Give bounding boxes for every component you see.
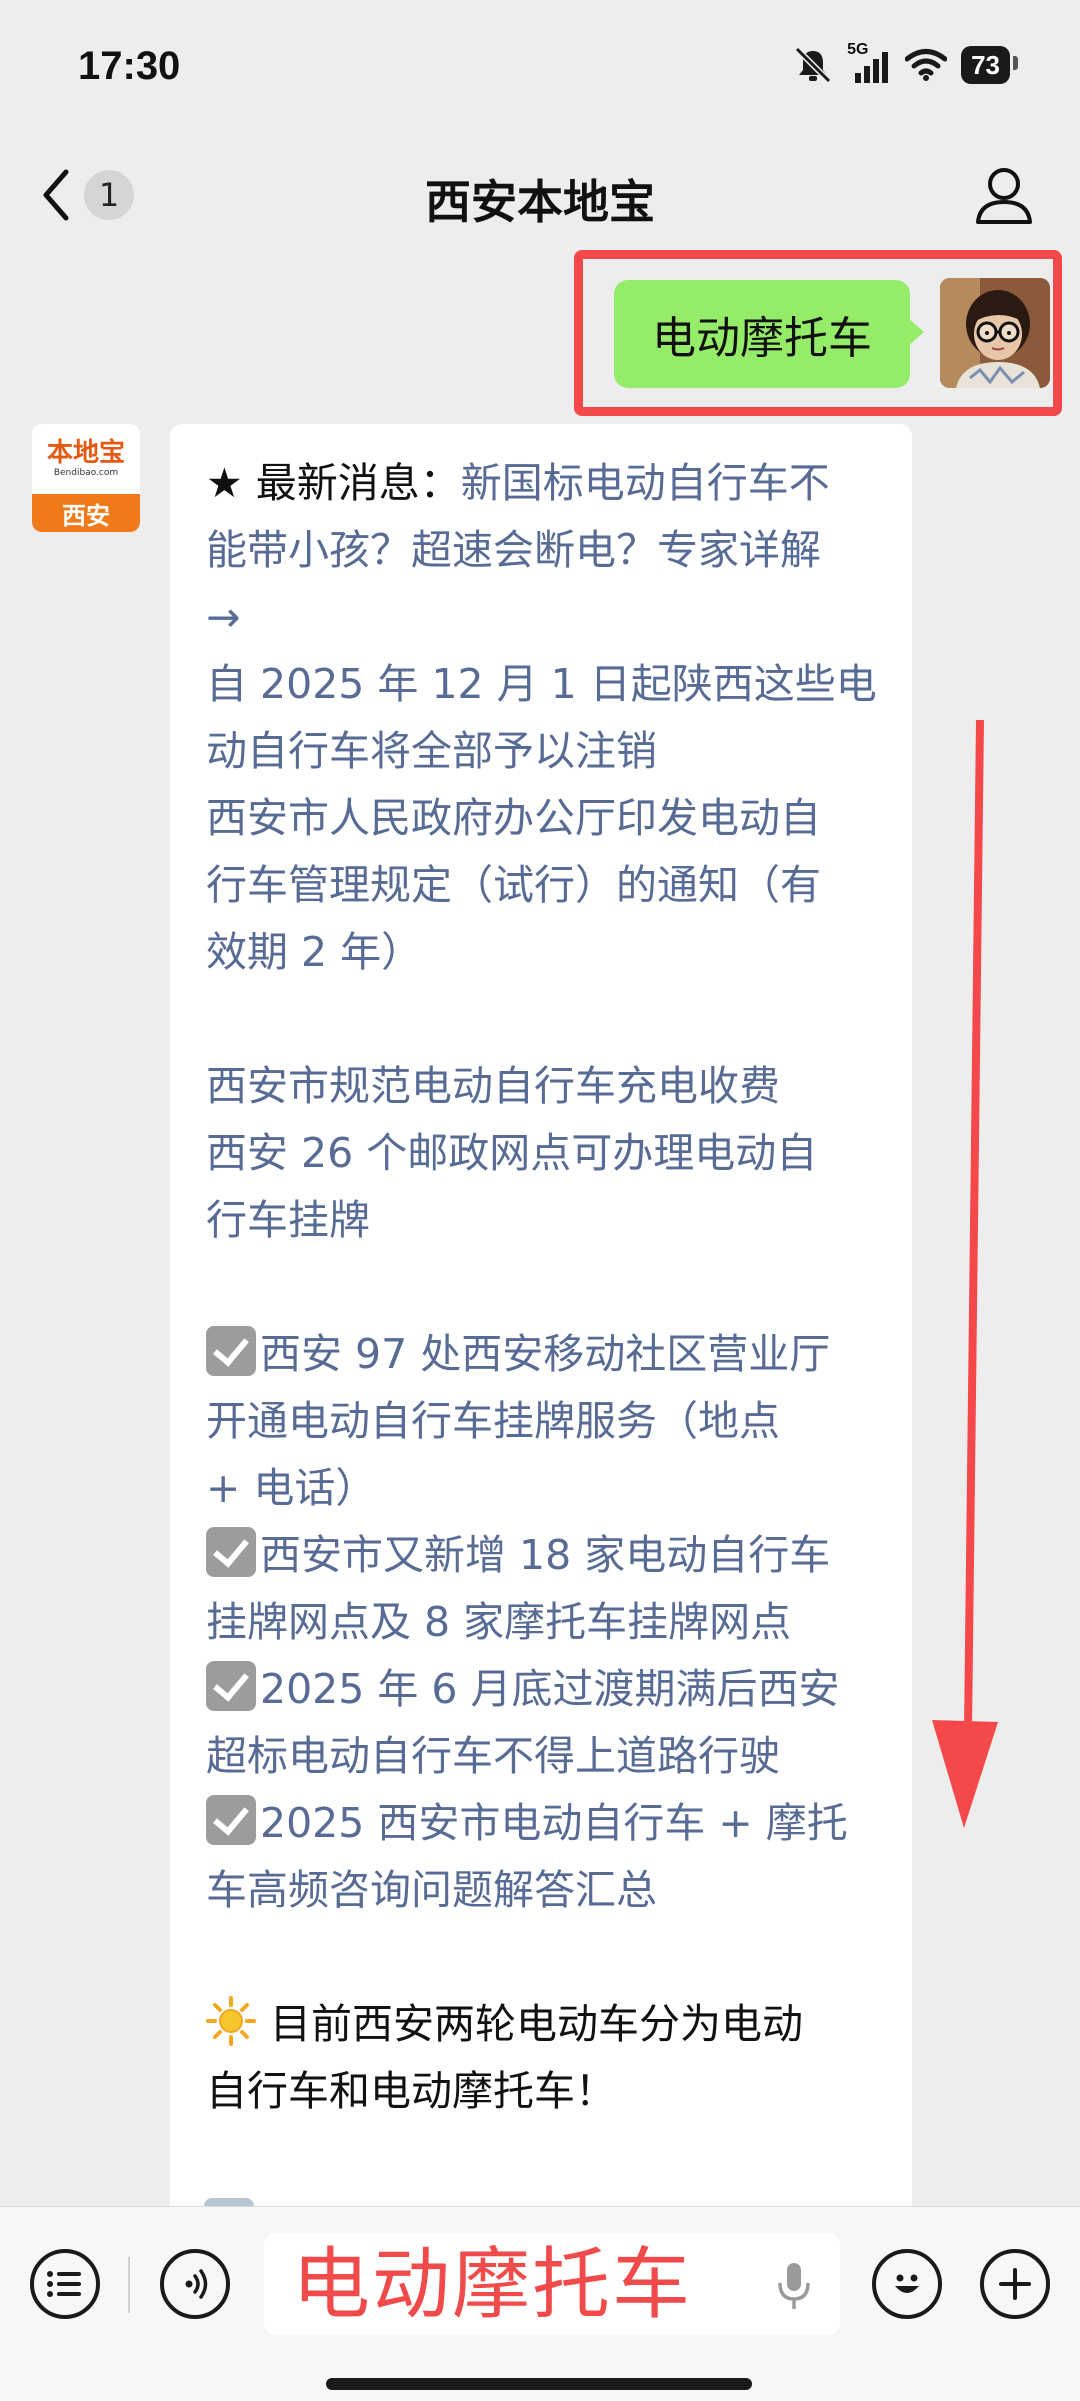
link-text: 2025 西安市电动自行车 + 摩托 <box>260 1799 848 1847</box>
menu-button[interactable] <box>30 2249 100 2319</box>
home-indicator[interactable] <box>326 2378 752 2390</box>
checked-link-item[interactable]: 2025 西安市电动自行车 + 摩托 <box>206 1790 878 1857</box>
chat-input-bar: 电动摩托车 <box>0 2206 1080 2401</box>
received-message-bubble: ★ 最新消息：新国标电动自行车不 能带小孩？超速会断电？专家详解 → 自 202… <box>170 424 912 2214</box>
avatar-city: 西安 <box>32 494 140 532</box>
status-time: 17:30 <box>78 44 181 88</box>
annotation-highlight-box <box>574 250 1062 416</box>
battery-indicator: 73 <box>961 46 1018 84</box>
emoji-icon <box>895 2274 919 2293</box>
link-text: 西安 97 处西安移动社区营业厅 <box>260 1330 831 1378</box>
avatar-logo: 本地宝 Bendibao.com <box>32 424 140 494</box>
logo-text: 本地宝 <box>46 438 125 468</box>
status-bar: 17:30 5G 73 <box>0 0 1080 140</box>
news-link[interactable]: 新国标电动自行车不 <box>461 459 830 507</box>
message-link[interactable]: 自 2025 年 12 月 1 日起陕西这些电 <box>206 651 878 718</box>
chat-header: 1 西安本地宝 <box>0 140 1080 250</box>
add-button[interactable] <box>980 2249 1050 2319</box>
message-link[interactable]: 挂牌网点及 8 家摩托车挂牌网点 <box>206 1589 878 1656</box>
wifi-icon <box>905 49 948 81</box>
voice-icon <box>185 2269 208 2299</box>
message-link[interactable]: 车高频咨询问题解答汇总 <box>206 1857 878 1924</box>
annotation-arrow-icon <box>932 720 998 1828</box>
message-link[interactable]: 开通电动自行车挂牌服务（地点 <box>206 1388 878 1455</box>
message-link[interactable]: 行车管理规定（试行）的通知（有 <box>206 852 878 919</box>
message-link[interactable]: 动自行车将全部予以注销 <box>206 718 878 785</box>
message-link[interactable]: 西安市规范电动自行车充电收费 <box>206 1053 878 1120</box>
signal-5g-icon: 5G <box>847 41 891 85</box>
network-type: 5G <box>847 41 869 58</box>
message-link[interactable]: 行车挂牌 <box>206 1187 878 1254</box>
message-link[interactable]: 西安 26 个邮政网点可办理电动自 <box>206 1120 878 1187</box>
news-line[interactable]: ★ 最新消息：新国标电动自行车不 <box>206 450 878 517</box>
divider <box>128 2257 130 2313</box>
checked-link-item[interactable]: 2025 年 6 月底过渡期满后西安 <box>206 1656 878 1723</box>
check-icon <box>206 1795 256 1845</box>
message-link[interactable]: 效期 2 年） <box>206 919 878 986</box>
link-text: 2025 年 6 月底过渡期满后西安 <box>260 1665 840 1713</box>
message-input-text: 电动摩托车 <box>292 2240 693 2330</box>
mute-icon <box>794 47 832 83</box>
message-input[interactable]: 电动摩托车 <box>264 2233 840 2335</box>
checked-link-item[interactable]: 西安市又新增 18 家电动自行车 <box>206 1522 878 1589</box>
check-icon <box>206 1326 256 1376</box>
info-text: 目前西安两轮电动车分为电动 <box>270 2000 803 2048</box>
logo-url: Bendibao.com <box>53 468 119 478</box>
mic-icon[interactable] <box>776 2261 812 2311</box>
info-line: 目前西安两轮电动车分为电动 <box>206 1991 878 2058</box>
status-icons: 5G 73 <box>793 41 1018 86</box>
message-link[interactable]: 能带小孩？超速会断电？专家详解 <box>206 517 878 584</box>
sun-icon <box>206 1996 256 2046</box>
news-prefix: ★ 最新消息： <box>206 459 461 507</box>
link-text: 西安市又新增 18 家电动自行车 <box>260 1531 831 1579</box>
profile-button[interactable] <box>968 160 1040 232</box>
plus-icon <box>999 2268 1031 2300</box>
message-link[interactable]: 西安市人民政府办公厅印发电动自 <box>206 785 878 852</box>
official-account-avatar[interactable]: 本地宝 Bendibao.com 西安 <box>32 424 140 532</box>
checked-link-item[interactable]: 西安 97 处西安移动社区营业厅 <box>206 1321 878 1388</box>
message-link[interactable]: → <box>206 584 878 651</box>
page-title: 西安本地宝 <box>425 175 655 229</box>
info-line: 自行车和电动摩托车！ <box>206 2067 616 2115</box>
profile-icon <box>976 168 1032 224</box>
menu-list-icon <box>47 2271 81 2297</box>
voice-input-button[interactable] <box>160 2249 230 2319</box>
message-content: ★ 最新消息：新国标电动自行车不 能带小孩？超速会断电？专家详解 → 自 202… <box>170 424 912 2125</box>
check-icon <box>206 1527 256 1577</box>
emoji-button[interactable] <box>872 2249 942 2319</box>
message-link[interactable]: + 电话） <box>206 1455 878 1522</box>
check-icon <box>206 1661 256 1711</box>
message-link[interactable]: 超标电动自行车不得上道路行驶 <box>206 1723 878 1790</box>
